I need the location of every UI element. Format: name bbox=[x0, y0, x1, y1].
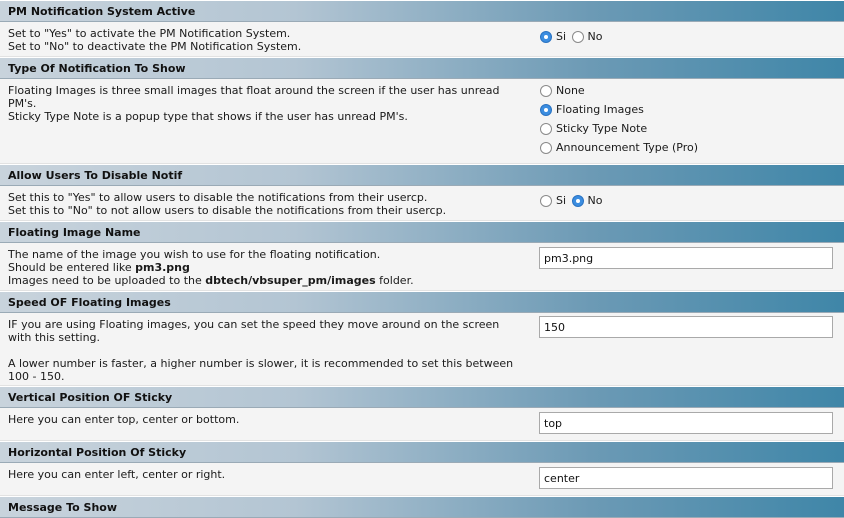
description-line: Set to "Yes" to activate the PM Notifica… bbox=[8, 27, 291, 40]
radio-option-no[interactable]: No bbox=[571, 30, 603, 43]
description-line: Should be entered like pm3.png bbox=[8, 261, 190, 274]
setting-description: Here you can enter top, center or bottom… bbox=[8, 413, 240, 426]
setting-title: Floating Image Name bbox=[0, 221, 844, 243]
radio-button-selected[interactable] bbox=[540, 30, 552, 43]
setting-title: Message To Show bbox=[0, 496, 844, 518]
radio-button[interactable] bbox=[540, 194, 552, 207]
description-paragraph: IF you are using Floating images, you ca… bbox=[8, 318, 500, 344]
description-paragraph: A lower number is faster, a higher numbe… bbox=[8, 357, 514, 383]
radio-option-sticky-type-note[interactable]: Sticky Type Note bbox=[540, 119, 831, 138]
radio-button[interactable] bbox=[540, 141, 552, 154]
setting-title: Speed OF Floating Images bbox=[0, 291, 844, 313]
description-line: Images need to be uploaded to the dbtech… bbox=[8, 274, 414, 287]
setting-allow-disable-notif: Allow Users To Disable Notif Set this to… bbox=[0, 164, 844, 221]
setting-description: Set to "Yes" to activate the PM Notifica… bbox=[0, 22, 530, 56]
setting-title: Allow Users To Disable Notif bbox=[0, 164, 844, 186]
radio-option-si[interactable]: Si bbox=[540, 194, 566, 207]
setting-title: PM Notification System Active bbox=[0, 0, 844, 22]
setting-message-to-show: Message To Show bbox=[0, 496, 844, 518]
vertical-position-input[interactable] bbox=[539, 412, 833, 434]
setting-title: Type Of Notification To Show bbox=[0, 57, 844, 79]
radio-button[interactable] bbox=[540, 84, 552, 97]
radio-button[interactable] bbox=[571, 30, 584, 43]
radio-option-none[interactable]: None bbox=[540, 81, 831, 100]
radio-option-si[interactable]: Si bbox=[540, 30, 566, 43]
radio-option-announcement-type[interactable]: Announcement Type (Pro) bbox=[540, 138, 831, 157]
setting-floating-image-name: Floating Image Name The name of the imag… bbox=[0, 221, 844, 291]
radio-button-selected[interactable] bbox=[540, 103, 552, 116]
setting-title: Horizontal Position Of Sticky bbox=[0, 441, 844, 463]
horizontal-position-input[interactable] bbox=[539, 467, 833, 489]
setting-pm-notification-active: PM Notification System Active Set to "Ye… bbox=[0, 0, 844, 57]
description-line: Set to "No" to deactivate the PM Notific… bbox=[8, 40, 302, 53]
description-line: The name of the image you wish to use fo… bbox=[8, 248, 381, 261]
setting-vertical-position: Vertical Position OF Sticky Here you can… bbox=[0, 386, 844, 441]
description-line: Floating Images is three small images th… bbox=[8, 84, 500, 110]
radio-button-selected[interactable] bbox=[571, 194, 584, 207]
floating-speed-input[interactable] bbox=[539, 316, 833, 338]
setting-description: IF you are using Floating images, you ca… bbox=[0, 313, 530, 385]
example-filename: pm3.png bbox=[135, 261, 190, 274]
setting-floating-speed: Speed OF Floating Images IF you are usin… bbox=[0, 291, 844, 386]
radio-option-floating-images[interactable]: Floating Images bbox=[540, 100, 831, 119]
description-line: Set this to "No" to not allow users to d… bbox=[8, 204, 447, 217]
setting-title: Vertical Position OF Sticky bbox=[0, 386, 844, 408]
setting-description: Set this to "Yes" to allow users to disa… bbox=[0, 186, 530, 220]
setting-notification-type: Type Of Notification To Show Floating Im… bbox=[0, 57, 844, 164]
setting-description: Floating Images is three small images th… bbox=[0, 79, 530, 163]
description-line: Sticky Type Note is a popup type that sh… bbox=[8, 110, 408, 123]
description-line: Set this to "Yes" to allow users to disa… bbox=[8, 191, 428, 204]
setting-description: The name of the image you wish to use fo… bbox=[0, 243, 530, 290]
radio-button[interactable] bbox=[540, 122, 552, 135]
folder-path: dbtech/vbsuper_pm/images bbox=[205, 274, 376, 287]
setting-description: Here you can enter left, center or right… bbox=[8, 468, 226, 481]
setting-horizontal-position: Horizontal Position Of Sticky Here you c… bbox=[0, 441, 844, 496]
radio-option-no[interactable]: No bbox=[571, 194, 603, 207]
floating-image-name-input[interactable] bbox=[539, 247, 833, 269]
